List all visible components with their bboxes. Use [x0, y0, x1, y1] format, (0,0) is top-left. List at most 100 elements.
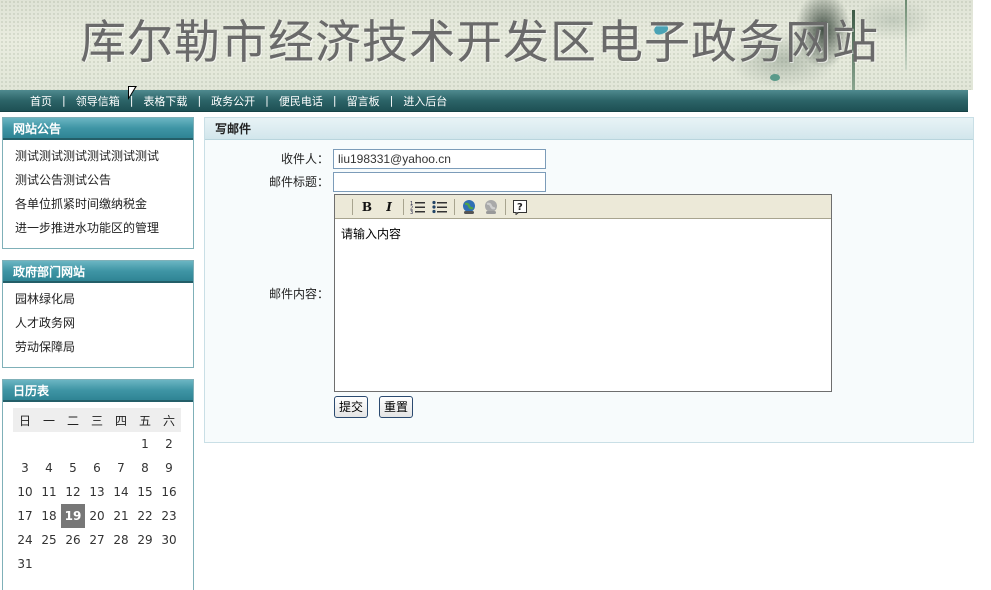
calendar-weekday: 三: [85, 408, 109, 432]
calendar-panel: 日历表 日一二三四五六 1 2 3 4 5 6 7 8 9 10 11 12 13 14 15 16 17 18 1…: [2, 379, 194, 590]
insert-link-icon[interactable]: [458, 197, 480, 217]
calendar-day: [61, 432, 85, 456]
calendar-day[interactable]: 20: [85, 504, 109, 528]
gov-site-link[interactable]: 园林绿化局: [15, 287, 193, 311]
calendar-weekday: 四: [109, 408, 133, 432]
site-title: 库尔勒市经济技术开发区电子政务网站: [80, 15, 879, 69]
gov-sites-panel: 政府部门网站 园林绿化局 人才政务网 劳动保障局: [2, 260, 194, 368]
notice-item[interactable]: 测试公告测试公告: [15, 168, 193, 192]
calendar-day[interactable]: 14: [109, 480, 133, 504]
calendar-day[interactable]: 17: [13, 504, 37, 528]
toolbar-separator: [403, 198, 404, 215]
toolbar-separator: [454, 198, 455, 215]
calendar-day[interactable]: 13: [85, 480, 109, 504]
calendar-day[interactable]: 2: [157, 432, 181, 456]
calendar-week-row: 10 11 12 13 14 15 16: [13, 480, 181, 504]
nav-separator: |: [332, 94, 337, 107]
calendar-days: 1 2 3 4 5 6 7 8 9 10 11 12 13 14 15 16 17 18 19 20 21 22 23 24 2…: [13, 432, 181, 576]
compose-mail-panel: 写邮件 收件人： 邮件标题： 邮件内容： B I 123 ?: [204, 117, 974, 443]
compose-mail-title: 写邮件: [205, 118, 973, 140]
nav-home[interactable]: 首页: [30, 93, 52, 109]
calendar-day[interactable]: 29: [133, 528, 157, 552]
calendar-day[interactable]: 5: [61, 456, 85, 480]
bold-icon[interactable]: B: [356, 197, 378, 217]
gov-sites-list: 园林绿化局 人才政务网 劳动保障局: [3, 283, 193, 363]
calendar-day[interactable]: 9: [157, 456, 181, 480]
calendar-weekday: 日: [13, 408, 37, 432]
svg-text:?: ?: [517, 202, 523, 213]
nav-government-affairs[interactable]: 政务公开: [211, 93, 255, 109]
calendar-day[interactable]: 7: [109, 456, 133, 480]
calendar-week-row: 17 18 19 20 21 22 23: [13, 504, 181, 528]
calendar-day-today[interactable]: 19: [61, 504, 85, 528]
calendar-weekday: 二: [61, 408, 85, 432]
calendar-grid: 日一二三四五六 1 2 3 4 5 6 7 8 9 10 11 12 13 14 15 16 17 18 19 20 2…: [13, 408, 181, 576]
calendar-weekday: 六: [157, 408, 181, 432]
calendar-day[interactable]: 8: [133, 456, 157, 480]
calendar-day: [85, 432, 109, 456]
calendar-week-row: 31: [13, 552, 181, 576]
calendar-weekday: 一: [37, 408, 61, 432]
calendar-day[interactable]: 28: [109, 528, 133, 552]
content-label: 邮件内容：: [268, 287, 329, 301]
calendar-day[interactable]: 25: [37, 528, 61, 552]
reset-button[interactable]: 重置: [379, 396, 414, 418]
calendar-day[interactable]: 30: [157, 528, 181, 552]
calendar-day: [37, 432, 61, 456]
nav-service-phone[interactable]: 便民电话: [279, 93, 323, 109]
banner-stem-decoration: [905, 0, 907, 70]
calendar-day[interactable]: 16: [157, 480, 181, 504]
nav-admin[interactable]: 进入后台: [403, 93, 447, 109]
help-icon[interactable]: ?: [509, 197, 531, 217]
editor-toolbar: B I 123 ?: [335, 195, 831, 219]
calendar-day[interactable]: 6: [85, 456, 109, 480]
calendar-day[interactable]: 12: [61, 480, 85, 504]
rich-text-editor: B I 123 ? 请输入内容: [334, 194, 832, 392]
mouse-pointer-icon: [128, 86, 137, 100]
calendar-week-row: 24 25 26 27 28 29 30: [13, 528, 181, 552]
recipient-label: 收件人：: [280, 152, 329, 166]
calendar-day: [157, 552, 181, 576]
main-nav: 首页 | 领导信箱 | 表格下载 | 政务公开 | 便民电话 | 留言板 | 进…: [0, 90, 968, 112]
gov-site-link[interactable]: 人才政务网: [15, 311, 193, 335]
remove-link-icon[interactable]: [480, 197, 502, 217]
notice-panel: 网站公告 测试测试测试测试测试测试 测试公告测试公告 各单位抓紧时间缴纳税金 进…: [2, 117, 194, 249]
calendar-day[interactable]: 26: [61, 528, 85, 552]
svg-text:3: 3: [410, 210, 413, 214]
italic-icon[interactable]: I: [378, 197, 400, 217]
recipient-input[interactable]: [333, 149, 546, 169]
site-banner: 库尔勒市经济技术开发区电子政务网站: [0, 0, 973, 90]
notice-item[interactable]: 测试测试测试测试测试测试: [15, 144, 193, 168]
calendar-day[interactable]: 24: [13, 528, 37, 552]
calendar-day[interactable]: 4: [37, 456, 61, 480]
gov-site-link[interactable]: 劳动保障局: [15, 335, 193, 359]
calendar-day[interactable]: 31: [13, 552, 37, 576]
calendar-day[interactable]: 22: [133, 504, 157, 528]
nav-form-download[interactable]: 表格下载: [143, 93, 187, 109]
subject-label: 邮件标题：: [268, 175, 329, 189]
notice-item[interactable]: 进一步推进水功能区的管理: [15, 216, 193, 240]
calendar: 日一二三四五六 1 2 3 4 5 6 7 8 9 10 11 12 13 14 15 16 17 18 19 20 2…: [3, 402, 193, 576]
ordered-list-icon[interactable]: 123: [407, 197, 429, 217]
calendar-day[interactable]: 3: [13, 456, 37, 480]
calendar-day[interactable]: 27: [85, 528, 109, 552]
calendar-day: [37, 552, 61, 576]
calendar-day: [109, 552, 133, 576]
calendar-day[interactable]: 11: [37, 480, 61, 504]
nav-leader-mailbox[interactable]: 领导信箱: [76, 93, 120, 109]
editor-content-area[interactable]: 请输入内容: [335, 219, 831, 248]
banner-bird-decoration: [770, 74, 780, 81]
notice-item[interactable]: 各单位抓紧时间缴纳税金: [15, 192, 193, 216]
subject-input[interactable]: [333, 172, 546, 192]
calendar-day[interactable]: 15: [133, 480, 157, 504]
nav-message-board[interactable]: 留言板: [347, 93, 380, 109]
calendar-day: [13, 432, 37, 456]
calendar-day[interactable]: 10: [13, 480, 37, 504]
unordered-list-icon[interactable]: [429, 197, 451, 217]
calendar-day[interactable]: 18: [37, 504, 61, 528]
calendar-day[interactable]: 23: [157, 504, 181, 528]
calendar-day[interactable]: 21: [109, 504, 133, 528]
submit-button[interactable]: 提交: [334, 396, 369, 418]
calendar-day[interactable]: 1: [133, 432, 157, 456]
calendar-day: [133, 552, 157, 576]
